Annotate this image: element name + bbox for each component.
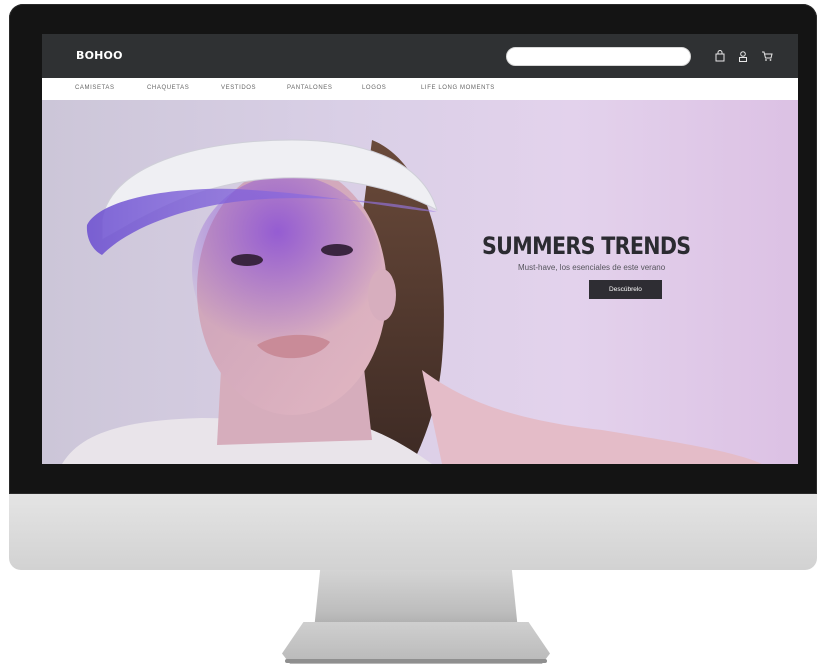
site-logo[interactable]: BOHOO — [76, 49, 123, 62]
monitor-stand-base — [282, 622, 550, 664]
user-icon[interactable] — [736, 49, 750, 63]
nav-item-camisetas[interactable]: CAMISETAS — [75, 85, 115, 91]
hero-title: SUMMERS TRENDS — [482, 232, 691, 260]
category-nav: CAMISETAS CHAQUETAS VESTIDOS PANTALONES … — [42, 78, 798, 101]
nav-item-pantalones[interactable]: PANTALONES — [287, 85, 332, 91]
bag-icon[interactable] — [713, 49, 727, 63]
hero-subtitle: Must-have, los esenciales de este verano — [518, 263, 666, 272]
cart-icon[interactable] — [760, 49, 774, 63]
monitor-chin — [9, 494, 817, 570]
hero-banner: SUMMERS TRENDS Must-have, los esenciales… — [42, 100, 798, 464]
screen: BOHOO CAMISETAS CHAQUETAS VESTIDOS PANTA… — [42, 34, 798, 464]
monitor-stand-edge — [285, 659, 547, 663]
nav-item-logos[interactable]: LOGOS — [362, 85, 386, 91]
search-input[interactable] — [506, 47, 691, 66]
nav-item-life-long-moments[interactable]: LIFE LONG MOMENTS — [421, 85, 495, 91]
site-header: BOHOO — [42, 34, 798, 78]
nav-item-vestidos[interactable]: VESTIDOS — [221, 85, 256, 91]
hero-model-image — [62, 139, 762, 464]
monitor-stand-neck — [314, 570, 518, 630]
discover-button[interactable]: Descúbrelo — [589, 280, 662, 299]
nav-item-chaquetas[interactable]: CHAQUETAS — [147, 85, 189, 91]
